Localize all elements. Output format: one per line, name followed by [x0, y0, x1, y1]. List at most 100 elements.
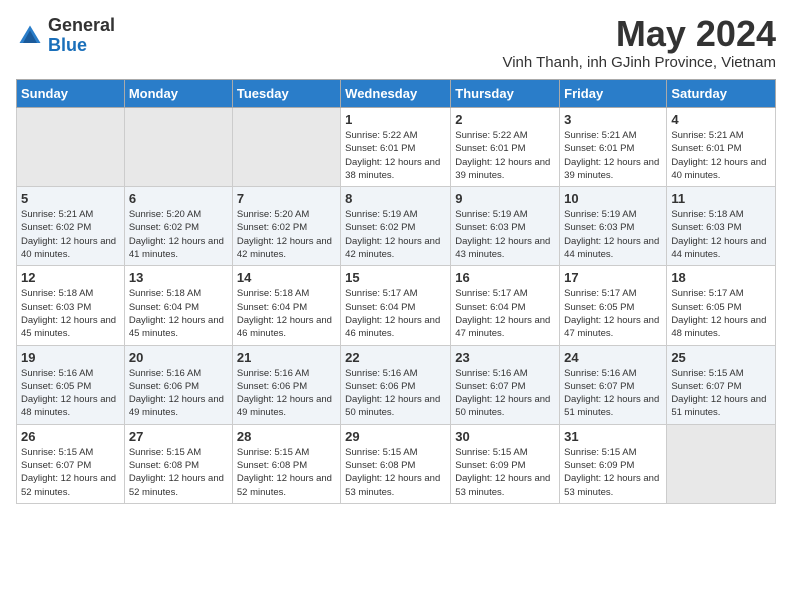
day-info: Sunrise: 5:18 AM Sunset: 6:04 PM Dayligh…	[129, 287, 228, 340]
calendar-cell-w2-d2: 7 Sunrise: 5:20 AM Sunset: 6:02 PM Daylig…	[232, 187, 340, 266]
day-number: 3	[564, 112, 662, 127]
day-number: 20	[129, 350, 228, 365]
calendar-cell-w1-d3: 1Sunrise: 5:22 AM Sunset: 6:01 PM Daylig…	[341, 108, 451, 187]
calendar-cell-w5-d4: 30Sunrise: 5:15 AM Sunset: 6:09 PM Dayli…	[451, 424, 560, 503]
day-number: 14	[237, 270, 336, 285]
day-number: 17	[564, 270, 662, 285]
day-info: Sunrise: 5:17 AM Sunset: 6:04 PM Dayligh…	[455, 287, 555, 340]
calendar-cell-w3-d6: 18 Sunrise: 5:17 AM Sunset: 6:05 PM Dayli…	[667, 266, 776, 345]
day-number: 5	[21, 191, 120, 206]
day-number: 24	[564, 350, 662, 365]
header-monday: Monday	[124, 80, 232, 108]
calendar-cell-w3-d0: 12 Sunrise: 5:18 AM Sunset: 6:03 PM Dayli…	[17, 266, 125, 345]
day-number: 22	[345, 350, 446, 365]
calendar-cell-w5-d1: 27 Sunrise: 5:15 AM Sunset: 6:08 PM Dayli…	[124, 424, 232, 503]
header-wednesday: Wednesday	[341, 80, 451, 108]
day-number: 23	[455, 350, 555, 365]
calendar-cell-w3-d5: 17 Sunrise: 5:17 AM Sunset: 6:05 PM Dayli…	[560, 266, 667, 345]
calendar-cell-w3-d3: 15 Sunrise: 5:17 AM Sunset: 6:04 PM Dayli…	[341, 266, 451, 345]
page-header: General Blue May 2024 Vinh Thanh, inh GJ…	[16, 16, 776, 71]
logo: General Blue	[16, 16, 115, 56]
day-number: 12	[21, 270, 120, 285]
calendar-cell-w5-d2: 28 Sunrise: 5:15 AM Sunset: 6:08 PM Dayli…	[232, 424, 340, 503]
day-number: 21	[237, 350, 336, 365]
calendar-cell-w3-d4: 16 Sunrise: 5:17 AM Sunset: 6:04 PM Dayli…	[451, 266, 560, 345]
header-tuesday: Tuesday	[232, 80, 340, 108]
week-row-2: 5 Sunrise: 5:21 AM Sunset: 6:02 PM Daylig…	[17, 187, 776, 266]
calendar-cell-w2-d3: 8 Sunrise: 5:19 AM Sunset: 6:02 PM Daylig…	[341, 187, 451, 266]
day-info: Sunrise: 5:16 AM Sunset: 6:05 PM Dayligh…	[21, 367, 120, 420]
day-info: Sunrise: 5:16 AM Sunset: 6:07 PM Dayligh…	[455, 367, 555, 420]
calendar-cell-w4-d1: 20 Sunrise: 5:16 AM Sunset: 6:06 PM Dayli…	[124, 345, 232, 424]
day-info: Sunrise: 5:16 AM Sunset: 6:06 PM Dayligh…	[345, 367, 446, 420]
day-number: 15	[345, 270, 446, 285]
day-number: 13	[129, 270, 228, 285]
week-row-4: 19 Sunrise: 5:16 AM Sunset: 6:05 PM Dayli…	[17, 345, 776, 424]
day-number: 18	[671, 270, 771, 285]
header-thursday: Thursday	[451, 80, 560, 108]
calendar-cell-w3-d1: 13 Sunrise: 5:18 AM Sunset: 6:04 PM Dayli…	[124, 266, 232, 345]
weekday-header-row: Sunday Monday Tuesday Wednesday Thursday…	[17, 80, 776, 108]
calendar-cell-w1-d1	[124, 108, 232, 187]
week-row-1: 1 Sunrise: 5:22 AM Sunset: 6:01 PM Daylig…	[17, 108, 776, 187]
calendar-cell-w4-d5: 24 Sunrise: 5:16 AM Sunset: 6:07 PM Dayli…	[560, 345, 667, 424]
day-info: Sunrise: 5:18 AM Sunset: 6:03 PM Dayligh…	[21, 287, 120, 340]
week-row-5: 26 Sunrise: 5:15 AM Sunset: 6:07 PM Dayli…	[17, 424, 776, 503]
week-row-3: 12 Sunrise: 5:18 AM Sunset: 6:03 PM Dayli…	[17, 266, 776, 345]
calendar-cell-w2-d5: 10Sunrise: 5:19 AM Sunset: 6:03 PM Dayli…	[560, 187, 667, 266]
logo-text: General Blue	[48, 16, 115, 56]
month-title: May 2024	[502, 16, 776, 52]
day-info: Sunrise: 5:15 AM Sunset: 6:08 PM Dayligh…	[345, 446, 446, 499]
calendar-cell-w4-d3: 22 Sunrise: 5:16 AM Sunset: 6:06 PM Dayli…	[341, 345, 451, 424]
calendar-cell-w3-d2: 14 Sunrise: 5:18 AM Sunset: 6:04 PM Dayli…	[232, 266, 340, 345]
day-number: 1	[345, 112, 446, 127]
day-info: Sunrise: 5:15 AM Sunset: 6:09 PM Dayligh…	[564, 446, 662, 499]
header-saturday: Saturday	[667, 80, 776, 108]
day-info: Sunrise: 5:17 AM Sunset: 6:05 PM Dayligh…	[671, 287, 771, 340]
day-info: Sunrise: 5:19 AM Sunset: 6:03 PM Dayligh…	[455, 208, 555, 261]
day-info: Sunrise: 5:18 AM Sunset: 6:04 PM Dayligh…	[237, 287, 336, 340]
calendar-cell-w4-d4: 23 Sunrise: 5:16 AM Sunset: 6:07 PM Dayli…	[451, 345, 560, 424]
calendar-cell-w4-d0: 19 Sunrise: 5:16 AM Sunset: 6:05 PM Dayli…	[17, 345, 125, 424]
day-number: 6	[129, 191, 228, 206]
day-info: Sunrise: 5:15 AM Sunset: 6:07 PM Dayligh…	[21, 446, 120, 499]
day-info: Sunrise: 5:21 AM Sunset: 6:01 PM Dayligh…	[564, 129, 662, 182]
calendar-cell-w1-d4: 2Sunrise: 5:22 AM Sunset: 6:01 PM Daylig…	[451, 108, 560, 187]
day-info: Sunrise: 5:16 AM Sunset: 6:06 PM Dayligh…	[129, 367, 228, 420]
day-number: 8	[345, 191, 446, 206]
calendar-cell-w2-d6: 11Sunrise: 5:18 AM Sunset: 6:03 PM Dayli…	[667, 187, 776, 266]
day-info: Sunrise: 5:18 AM Sunset: 6:03 PM Dayligh…	[671, 208, 771, 261]
day-info: Sunrise: 5:15 AM Sunset: 6:07 PM Dayligh…	[671, 367, 771, 420]
day-info: Sunrise: 5:15 AM Sunset: 6:08 PM Dayligh…	[129, 446, 228, 499]
day-number: 28	[237, 429, 336, 444]
day-number: 25	[671, 350, 771, 365]
calendar-cell-w1-d2	[232, 108, 340, 187]
day-number: 30	[455, 429, 555, 444]
day-info: Sunrise: 5:16 AM Sunset: 6:07 PM Dayligh…	[564, 367, 662, 420]
location-subtitle: Vinh Thanh, inh GJinh Province, Vietnam	[502, 54, 776, 71]
day-info: Sunrise: 5:17 AM Sunset: 6:05 PM Dayligh…	[564, 287, 662, 340]
day-info: Sunrise: 5:21 AM Sunset: 6:02 PM Dayligh…	[21, 208, 120, 261]
day-info: Sunrise: 5:19 AM Sunset: 6:02 PM Dayligh…	[345, 208, 446, 261]
day-number: 4	[671, 112, 771, 127]
calendar-cell-w4-d2: 21Sunrise: 5:16 AM Sunset: 6:06 PM Dayli…	[232, 345, 340, 424]
logo-icon	[16, 22, 44, 50]
day-info: Sunrise: 5:20 AM Sunset: 6:02 PM Dayligh…	[237, 208, 336, 261]
day-number: 19	[21, 350, 120, 365]
calendar-cell-w1-d5: 3 Sunrise: 5:21 AM Sunset: 6:01 PM Daylig…	[560, 108, 667, 187]
day-number: 26	[21, 429, 120, 444]
calendar: Sunday Monday Tuesday Wednesday Thursday…	[16, 79, 776, 504]
header-friday: Friday	[560, 80, 667, 108]
day-info: Sunrise: 5:17 AM Sunset: 6:04 PM Dayligh…	[345, 287, 446, 340]
day-info: Sunrise: 5:22 AM Sunset: 6:01 PM Dayligh…	[455, 129, 555, 182]
logo-general: General	[48, 15, 115, 35]
calendar-cell-w2-d0: 5 Sunrise: 5:21 AM Sunset: 6:02 PM Daylig…	[17, 187, 125, 266]
day-number: 31	[564, 429, 662, 444]
day-number: 16	[455, 270, 555, 285]
day-number: 7	[237, 191, 336, 206]
day-info: Sunrise: 5:15 AM Sunset: 6:08 PM Dayligh…	[237, 446, 336, 499]
day-number: 27	[129, 429, 228, 444]
day-info: Sunrise: 5:20 AM Sunset: 6:02 PM Dayligh…	[129, 208, 228, 261]
title-area: May 2024 Vinh Thanh, inh GJinh Province,…	[502, 16, 776, 71]
calendar-cell-w1-d6: 4Sunrise: 5:21 AM Sunset: 6:01 PM Daylig…	[667, 108, 776, 187]
